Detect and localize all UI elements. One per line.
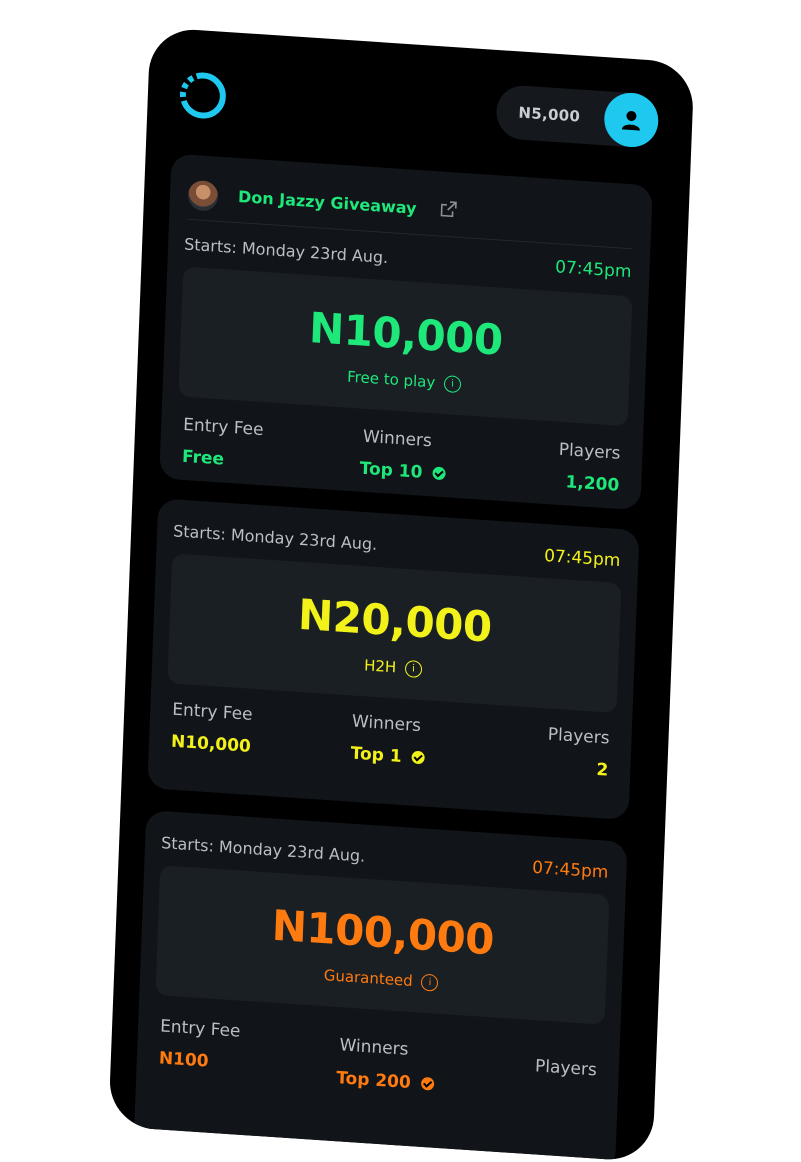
winners-label: Winners xyxy=(351,711,422,737)
start-date: Starts: Monday 23rd Aug. xyxy=(172,521,378,554)
entry-fee-value: N10,000 xyxy=(170,731,252,757)
players-value: 2 xyxy=(596,759,609,781)
winners-text: Top 200 xyxy=(335,1068,412,1094)
entry-fee-label: Entry Fee xyxy=(159,1016,241,1042)
entry-fee-label: Entry Fee xyxy=(182,414,264,441)
external-link-icon[interactable] xyxy=(439,199,458,222)
entry-fee-value: N100 xyxy=(158,1048,209,1072)
check-circle-icon xyxy=(432,465,446,480)
winners-text: Top 10 xyxy=(359,458,423,483)
contest-card[interactable]: Starts: Monday 23rd Aug. 07:45pm N100,00… xyxy=(133,810,628,1162)
entry-fee-value: Free xyxy=(181,446,225,470)
prize-note-text: H2H xyxy=(363,656,397,677)
host-name[interactable]: Don Jazzy Giveaway xyxy=(238,187,417,218)
info-icon[interactable]: i xyxy=(443,375,462,394)
start-date: Starts: Monday 23rd Aug. xyxy=(160,833,366,866)
players-label: Players xyxy=(558,439,621,464)
winners-value[interactable]: Top 10 xyxy=(359,458,446,485)
start-date: Starts: Monday 23rd Aug. xyxy=(183,234,389,268)
prize-panel: N10,000 Free to play i xyxy=(178,266,633,427)
winners-label: Winners xyxy=(362,426,433,452)
phone-screen: N5,000 Don Jazzy Giveaway Starts: Monday… xyxy=(108,26,695,1162)
start-time: 07:45pm xyxy=(531,857,609,883)
prize-panel: N20,000 H2H i xyxy=(167,553,622,714)
winners-label: Winners xyxy=(339,1035,409,1060)
top-bar: N5,000 xyxy=(146,27,694,173)
players-value: 1,200 xyxy=(565,472,620,496)
players-label: Players xyxy=(547,724,610,749)
prize-note-text: Free to play xyxy=(346,367,436,392)
info-icon[interactable]: i xyxy=(421,973,439,992)
start-time: 07:45pm xyxy=(554,257,632,283)
winners-value[interactable]: Top 1 xyxy=(350,743,425,769)
prize-panel: N100,000 Guaranteed i xyxy=(155,865,610,1025)
info-icon[interactable]: i xyxy=(404,659,423,679)
contest-card[interactable]: Don Jazzy Giveaway Starts: Monday 23rd A… xyxy=(159,153,653,511)
profile-button[interactable] xyxy=(603,91,660,149)
prize-note-text: Guaranteed xyxy=(323,966,414,991)
user-icon xyxy=(621,110,640,131)
wallet-balance[interactable]: N5,000 xyxy=(495,84,660,149)
contest-card[interactable]: Starts: Monday 23rd Aug. 07:45pm N20,000… xyxy=(147,498,640,821)
entry-fee-label: Entry Fee xyxy=(171,699,253,725)
ring-logo-icon[interactable] xyxy=(179,71,227,120)
balance-amount: N5,000 xyxy=(518,103,581,126)
players-label: Players xyxy=(534,1056,598,1081)
check-circle-icon xyxy=(420,1076,434,1091)
check-circle-icon xyxy=(411,750,425,764)
winners-value[interactable]: Top 200 xyxy=(336,1068,434,1094)
start-time: 07:45pm xyxy=(543,545,621,572)
host-avatar xyxy=(187,179,219,212)
winners-text: Top 1 xyxy=(350,743,402,767)
